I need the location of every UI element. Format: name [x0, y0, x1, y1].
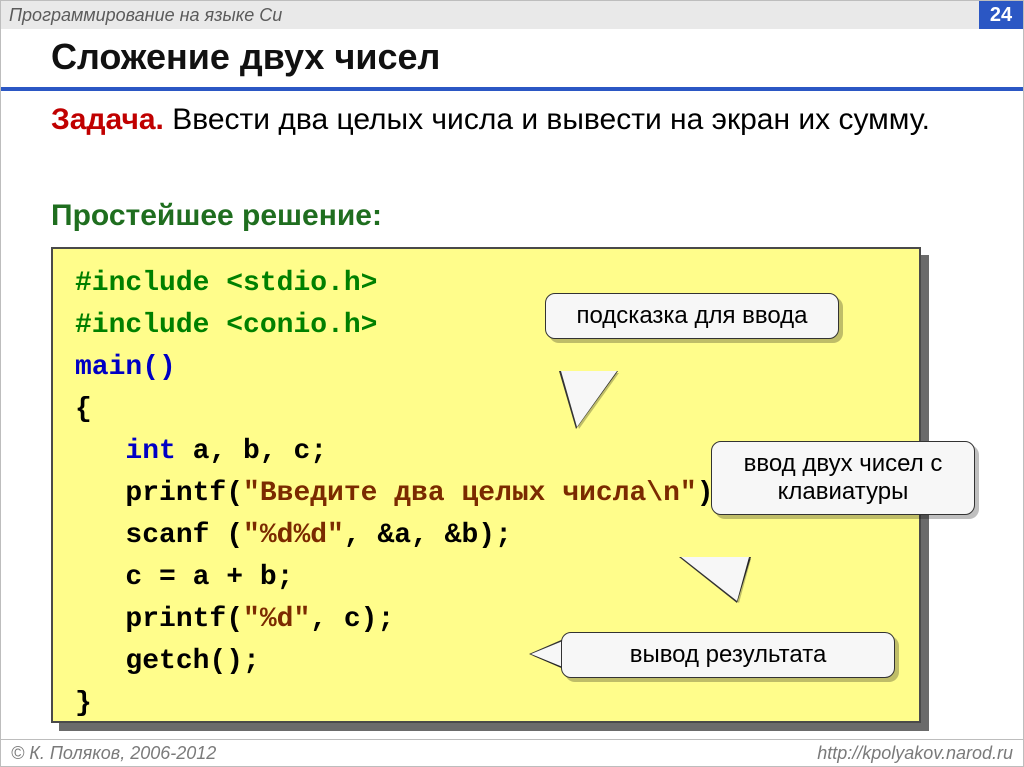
code-line-4: {: [75, 394, 92, 425]
code-line-7a: scanf (: [75, 520, 243, 551]
code-line-9a: printf(: [75, 604, 243, 635]
page-number: 24: [990, 4, 1012, 27]
code-line-9c: , c);: [310, 604, 394, 635]
code-line-10: getch();: [75, 646, 260, 677]
code-line-1b: <stdio.h>: [226, 268, 377, 299]
callout-output-result: вывод результата: [561, 632, 895, 678]
slide-title: Сложение двух чисел: [51, 36, 440, 78]
task-text: Задача. Ввести два целых числа и вывести…: [51, 101, 983, 139]
callout-1-tail: [561, 371, 617, 427]
code-line-2a: #include: [75, 310, 226, 341]
footer-url: http://kpolyakov.narod.ru: [817, 743, 1013, 764]
callout-2-tail: [681, 557, 749, 601]
callout-1-text: подсказка для ввода: [576, 302, 807, 329]
breadcrumb: Программирование на языке Си: [9, 5, 282, 26]
code-line-2b: <conio.h>: [226, 310, 377, 341]
code-line-1a: #include: [75, 268, 226, 299]
footer: © К. Поляков, 2006-2012 http://kpolyakov…: [1, 739, 1023, 766]
page-number-badge: 24: [979, 1, 1023, 29]
code-indent-5: [75, 436, 125, 467]
code-line-5c: a, b, c;: [176, 436, 327, 467]
footer-copyright: © К. Поляков, 2006-2012: [11, 743, 216, 764]
task-label: Задача.: [51, 103, 164, 136]
callout-3-text: вывод результата: [630, 641, 827, 668]
slide: Программирование на языке Си 24 Сложение…: [0, 0, 1024, 767]
solution-label: Простейшее решение:: [51, 199, 382, 233]
callout-input-two-numbers: ввод двух чисел с клавиатуры: [711, 441, 975, 515]
code-line-7b: "%d%d": [243, 520, 344, 551]
code-keyword-int: int: [125, 436, 175, 467]
callout-hint-input: подсказка для ввода: [545, 293, 839, 339]
task-body: Ввести два целых числа и вывести на экра…: [164, 103, 930, 136]
code-line-6b: "Введите два целых числа\n": [243, 478, 697, 509]
code-line-8: c = a + b;: [75, 562, 293, 593]
callout-2-text: ввод двух чисел с клавиатуры: [744, 450, 943, 505]
code-line-11: }: [75, 688, 92, 719]
code-line-6a: printf(: [75, 478, 243, 509]
code-line-9b: "%d": [243, 604, 310, 635]
title-underline: [1, 87, 1023, 91]
code-line-3: main(): [75, 352, 176, 383]
code-line-7c: , &a, &b);: [344, 520, 512, 551]
topbar: Программирование на языке Си: [1, 1, 1023, 29]
